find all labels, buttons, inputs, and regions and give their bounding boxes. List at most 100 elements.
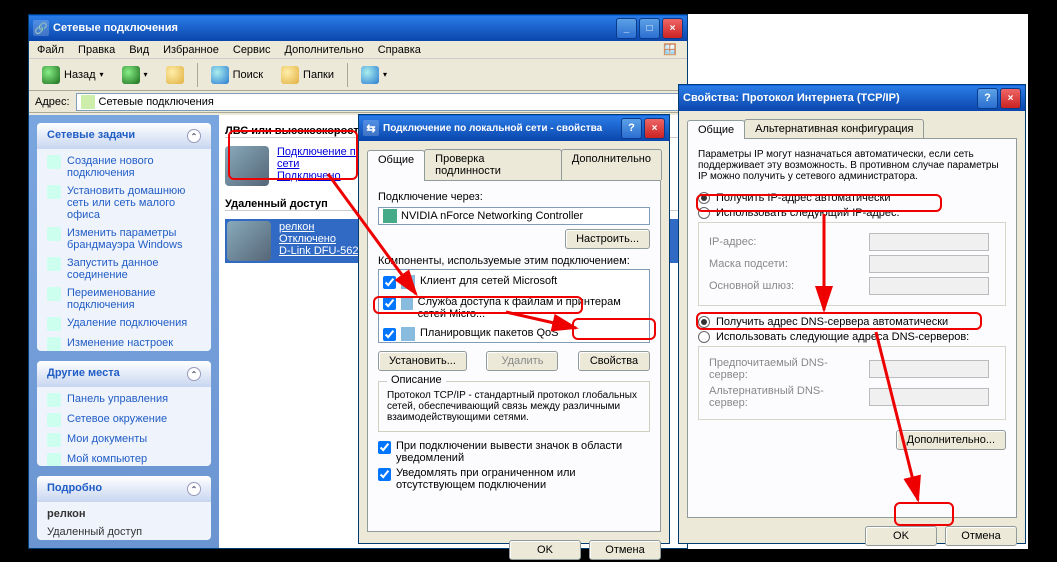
- task-rename[interactable]: Переименование подключения: [47, 287, 201, 311]
- radio-manual-dns[interactable]: Использовать следующие адреса DNS-сервер…: [698, 331, 1006, 343]
- lan-icon: [225, 146, 269, 186]
- lan-line3: Подключено: [277, 170, 341, 182]
- configure-button[interactable]: Настроить...: [565, 229, 650, 249]
- titlebar[interactable]: Свойства: Протокол Интернета (TCP/IP) ? …: [679, 85, 1025, 111]
- window-title: Сетевые подключения: [53, 22, 178, 34]
- window-title: Свойства: Протокол Интернета (TCP/IP): [683, 92, 900, 104]
- up-icon: [166, 66, 184, 84]
- tab-general[interactable]: Общие: [367, 150, 425, 181]
- address-icon: [81, 95, 95, 109]
- fileshare-icon: [401, 296, 413, 310]
- network-tasks-title: Сетевые задачи: [47, 129, 135, 143]
- task-delete[interactable]: Удаление подключения: [47, 317, 201, 331]
- adapter-box: NVIDIA nForce Networking Controller: [378, 207, 650, 225]
- details-title: Подробно: [47, 482, 102, 496]
- task-home-network[interactable]: Установить домашнюю сеть или сеть малого…: [47, 185, 201, 221]
- collapse-icon[interactable]: ⌃: [187, 367, 201, 381]
- dns2-input: [869, 388, 989, 406]
- menu-tools[interactable]: Сервис: [229, 42, 275, 58]
- description-text: Протокол TCP/IP - стандартный протокол г…: [387, 390, 641, 423]
- close-button[interactable]: ×: [1000, 88, 1021, 109]
- titlebar[interactable]: 🔗 Сетевые подключения _ □ ×: [29, 15, 687, 41]
- views-icon: [361, 66, 379, 84]
- tab-general[interactable]: Общие: [687, 120, 745, 139]
- place-network[interactable]: Сетевое окружение: [47, 413, 201, 427]
- component-fileshare[interactable]: Служба доступа к файлам и принтерам сете…: [379, 294, 649, 322]
- back-label: Назад: [64, 69, 96, 81]
- task-settings[interactable]: Изменение настроек подключения: [47, 337, 201, 351]
- menu-edit[interactable]: Правка: [74, 42, 119, 58]
- views-button[interactable]: ▾: [354, 62, 394, 88]
- menu-view[interactable]: Вид: [125, 42, 153, 58]
- component-client[interactable]: Клиент для сетей Microsoft: [379, 273, 649, 291]
- tab-advanced[interactable]: Дополнительно: [561, 149, 662, 180]
- place-docs[interactable]: Мои документы: [47, 433, 201, 447]
- side-panel: Сетевые задачи ⌃ Создание нового подключе…: [29, 115, 219, 548]
- up-button[interactable]: [159, 62, 191, 88]
- tab-alternate[interactable]: Альтернативная конфигурация: [744, 119, 924, 138]
- address-bar: Адрес: Сетевые подключения: [29, 91, 687, 113]
- titlebar[interactable]: ⇆ Подключение по локальной сети - свойст…: [359, 115, 669, 141]
- adapter-name: NVIDIA nForce Networking Controller: [401, 210, 583, 222]
- cancel-button[interactable]: Отмена: [945, 526, 1017, 546]
- radio-auto-ip[interactable]: Получить IP-адрес автоматически: [698, 192, 1006, 204]
- lan-properties-dialog: ⇆ Подключение по локальной сети - свойст…: [358, 114, 670, 544]
- windows-flag-icon: 🪟: [659, 41, 681, 58]
- menu-help[interactable]: Справка: [374, 42, 425, 58]
- tab-auth[interactable]: Проверка подлинности: [424, 149, 562, 180]
- minimize-button[interactable]: _: [616, 18, 637, 39]
- toolbar: Назад▾ ▾ Поиск Папки ▾: [29, 59, 687, 91]
- cancel-button[interactable]: Отмена: [589, 540, 661, 560]
- qos-icon: [401, 327, 415, 341]
- tray-icon-checkbox[interactable]: При подключении вывести значок в области…: [378, 440, 650, 464]
- components-label: Компоненты, используемые этим подключени…: [378, 255, 650, 267]
- dial-icon: [227, 221, 271, 261]
- radio-manual-ip[interactable]: Использовать следующий IP-адрес:: [698, 207, 1006, 219]
- place-control-panel[interactable]: Панель управления: [47, 393, 201, 407]
- ok-button[interactable]: OK: [509, 540, 581, 560]
- window-title: Подключение по локальной сети - свойства: [383, 123, 602, 134]
- place-computer[interactable]: Мой компьютер: [47, 453, 201, 466]
- address-label: Адрес:: [35, 96, 70, 108]
- forward-button[interactable]: ▾: [115, 62, 155, 88]
- maximize-button[interactable]: □: [639, 18, 660, 39]
- task-new-connection[interactable]: Создание нового подключения: [47, 155, 201, 179]
- close-button[interactable]: ×: [644, 118, 665, 139]
- close-button[interactable]: ×: [662, 18, 683, 39]
- notify-limited-checkbox[interactable]: Уведомлять при ограниченном или отсутств…: [378, 467, 650, 491]
- adapter-icon: [383, 209, 397, 223]
- back-icon: [42, 66, 60, 84]
- ok-button[interactable]: OK: [865, 526, 937, 546]
- components-list[interactable]: Клиент для сетей Microsoft Служба доступ…: [378, 269, 650, 343]
- menubar: Файл Правка Вид Избранное Сервис Дополни…: [29, 41, 687, 59]
- details-name: релкон: [47, 508, 201, 520]
- details-status: Удаленный доступ: [47, 526, 201, 538]
- uninstall-button: Удалить: [486, 351, 558, 371]
- help-button[interactable]: ?: [621, 118, 642, 139]
- description-label: Описание: [387, 374, 446, 386]
- address-input[interactable]: Сетевые подключения: [76, 93, 681, 111]
- network-tasks-card: Сетевые задачи ⌃ Создание нового подключе…: [37, 123, 211, 351]
- search-button[interactable]: Поиск: [204, 62, 270, 88]
- menu-fav[interactable]: Избранное: [159, 42, 223, 58]
- collapse-icon[interactable]: ⌃: [187, 129, 201, 143]
- task-start[interactable]: Запустить данное соединение: [47, 257, 201, 281]
- menu-adv[interactable]: Дополнительно: [281, 42, 368, 58]
- help-button[interactable]: ?: [977, 88, 998, 109]
- advanced-button[interactable]: Дополнительно...: [896, 430, 1006, 450]
- mask-label: Маска подсети:: [709, 258, 859, 270]
- dns1-label: Предпочитаемый DNS-сервер:: [709, 357, 859, 381]
- collapse-icon[interactable]: ⌃: [187, 482, 201, 496]
- connect-via-label: Подключение через:: [378, 191, 650, 203]
- properties-button[interactable]: Свойства: [578, 351, 650, 371]
- task-firewall[interactable]: Изменить параметры брандмауэра Windows: [47, 227, 201, 251]
- other-places-title: Другие места: [47, 367, 120, 381]
- client-icon: [401, 275, 415, 289]
- folders-button[interactable]: Папки: [274, 62, 341, 88]
- back-button[interactable]: Назад▾: [35, 62, 111, 88]
- menu-file[interactable]: Файл: [33, 42, 68, 58]
- component-qos[interactable]: Планировщик пакетов QoS: [379, 325, 649, 343]
- radio-auto-dns[interactable]: Получить адрес DNS-сервера автоматически: [698, 316, 1006, 328]
- install-button[interactable]: Установить...: [378, 351, 467, 371]
- mask-input: [869, 255, 989, 273]
